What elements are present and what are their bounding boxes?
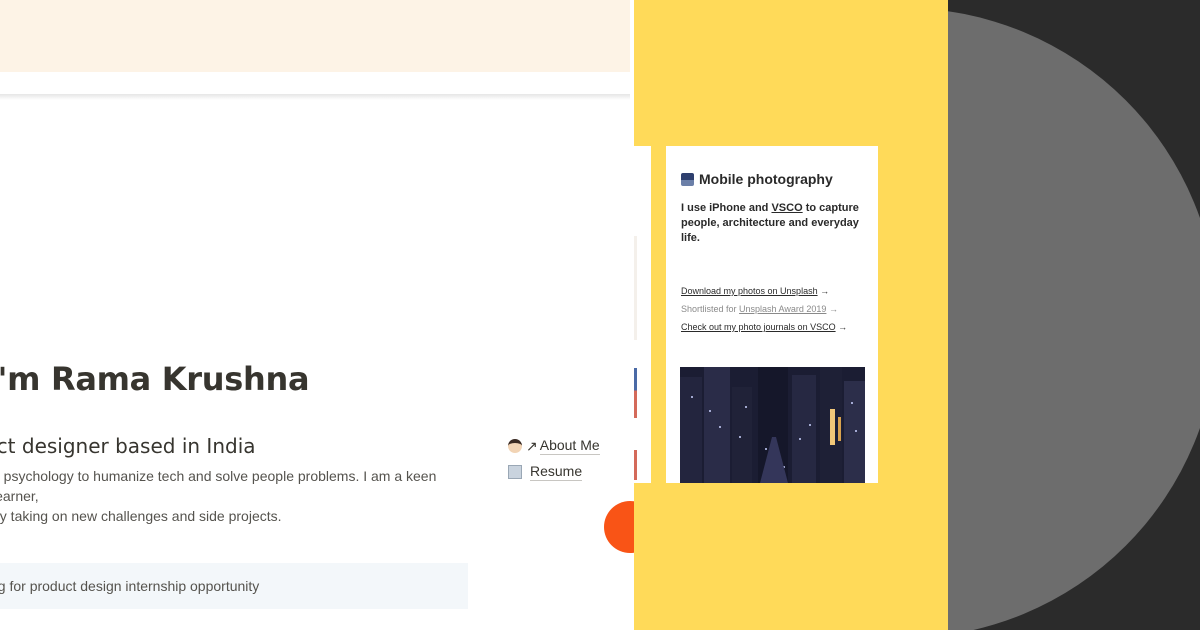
orange-circle-decoration (604, 501, 634, 553)
about-me-link[interactable]: ↗ About Me (508, 433, 600, 459)
previous-card-image-edge (634, 236, 637, 340)
unsplash-award-link[interactable]: Unsplash Award 2019 (739, 304, 826, 314)
arrow-right-icon: → (838, 322, 848, 332)
page-subtitle: uct designer based in India (0, 434, 256, 458)
previous-card-image-edge (634, 368, 637, 418)
unsplash-award-item: Shortlisted for Unsplash Award 2019 → (681, 300, 871, 318)
bio-text: e psychology to humanize tech and solve … (0, 466, 472, 526)
city-night-photo (680, 367, 865, 483)
vsco-link[interactable]: VSCO (771, 202, 802, 214)
document-icon (508, 465, 522, 479)
city-night-icon (681, 172, 694, 186)
unsplash-download-link[interactable]: Download my photos on Unsplash → (681, 282, 871, 300)
about-me-label: About Me (539, 437, 600, 455)
award-prefix: Shortlisted for (681, 304, 740, 314)
callout-text: ng for product design internship opportu… (0, 578, 260, 594)
portfolio-page: I'm Rama Krushna uct designer based in I… (0, 0, 634, 630)
callout-box: ng for product design internship opportu… (0, 563, 468, 609)
page-title: I'm Rama Krushna (0, 360, 310, 398)
dark-panel (948, 0, 1200, 630)
profile-links: ↗ About Me Resume (508, 433, 600, 485)
photography-card[interactable]: Mobile photography I use iPhone and VSCO… (666, 146, 878, 483)
cover-divider (0, 94, 630, 100)
card-links: Download my photos on Unsplash → Shortli… (681, 282, 871, 336)
arrow-right-icon: → (828, 304, 838, 314)
vsco-journal-link[interactable]: Check out my photo journals on VSCO → (681, 318, 871, 336)
yellow-panel: Mobile photography I use iPhone and VSCO… (634, 0, 948, 630)
resume-link[interactable]: Resume (508, 459, 600, 485)
gray-circle-decoration (948, 8, 1200, 630)
vsco-journal-label: Check out my photo journals on VSCO (681, 322, 836, 332)
card-description-text: I use iPhone and (681, 202, 772, 214)
card-description: I use iPhone and VSCO to capture people,… (681, 201, 867, 246)
bio-line-1: e psychology to humanize tech and solve … (0, 468, 437, 504)
arrow-up-right-icon: ↗ (526, 437, 538, 454)
city-night-photo-graphic (680, 367, 865, 483)
card-title-text: Mobile photography (699, 171, 833, 187)
arrow-right-icon: → (820, 286, 830, 296)
card-title: Mobile photography (681, 171, 833, 187)
resume-label: Resume (530, 463, 583, 481)
man-face-icon (508, 439, 522, 453)
previous-card-image-edge (634, 450, 637, 480)
cover-banner (0, 0, 630, 72)
unsplash-download-label: Download my photos on Unsplash (681, 286, 818, 296)
bio-line-2: by taking on new challenges and side pro… (0, 508, 282, 524)
